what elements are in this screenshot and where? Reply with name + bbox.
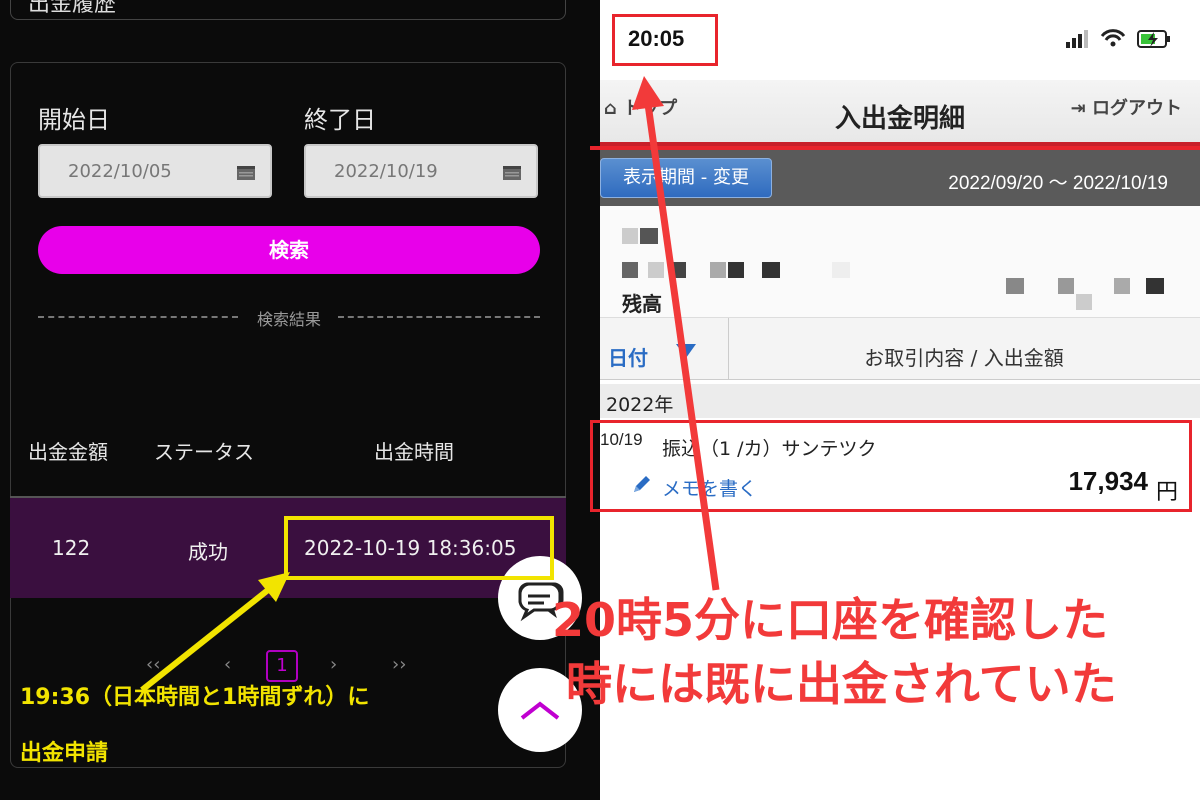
sort-down-icon[interactable]: [676, 344, 696, 358]
logout-link[interactable]: ⇥ ログアウト: [1071, 94, 1182, 120]
row-status: 成功: [188, 540, 228, 564]
search-button[interactable]: 検索: [38, 226, 540, 274]
balance-label: 残高: [622, 292, 662, 316]
calendar-icon: [503, 166, 521, 180]
calendar-icon: [237, 166, 255, 180]
red-annotation-line2: 時には既に出金されていた: [566, 657, 1117, 711]
column-header-time: 出金時間: [374, 440, 454, 464]
logout-icon: ⇥: [1070, 98, 1086, 119]
pagination-first[interactable]: ‹‹: [146, 654, 160, 675]
top-nav: ⌂ トップ 入出金明細 ⇥ ログアウト: [600, 80, 1200, 146]
yellow-annotation-line1: 19:36（日本時間と1時間ずれ）に: [20, 685, 370, 710]
content-amount-header: お取引内容 / 入出金額: [864, 346, 1064, 370]
column-header-status: ステータス: [154, 440, 254, 464]
pagination-last[interactable]: ››: [392, 654, 406, 675]
year-label: 2022年: [606, 394, 674, 416]
end-date-field[interactable]: 2022/10/19: [304, 144, 538, 198]
header-highlight-line: [590, 146, 1200, 150]
start-date-field[interactable]: 2022/10/05: [38, 144, 272, 198]
change-period-button[interactable]: 表示期間 - 変更: [600, 158, 772, 198]
withdrawal-time-highlight-box: [284, 516, 554, 580]
results-divider-label: 検索結果: [256, 310, 321, 329]
pagination-next[interactable]: ›: [330, 654, 337, 675]
column-header-amount: 出金金額: [28, 440, 108, 464]
end-date-value: 2022/10/19: [334, 161, 438, 182]
signal-wifi-battery-icon: [1066, 29, 1170, 48]
period-bar: 表示期間 - 変更 2022/09/20 ～ 2022/10/19: [600, 150, 1200, 206]
results-divider: 検索結果: [38, 306, 540, 329]
transaction-highlight-box: [590, 420, 1192, 512]
time-highlight-box: [612, 14, 718, 66]
year-group-header: 2022年: [600, 384, 1200, 418]
row-amount: 122: [52, 536, 91, 560]
pagination-prev[interactable]: ‹: [224, 654, 231, 675]
yellow-annotation-line2: 出金申請: [20, 741, 109, 766]
logout-label: ログアウト: [1092, 98, 1182, 119]
start-date-label: 開始日: [38, 106, 110, 134]
red-annotation-line1: 20時5分に口座を確認した: [552, 593, 1109, 647]
table-header: 日付 お取引内容 / 入出金額: [600, 318, 1200, 380]
withdrawal-history-label: 出金履歴: [28, 0, 117, 17]
end-date-label: 終了日: [304, 106, 376, 134]
account-info: 残高: [600, 206, 1200, 318]
period-range: 2022/09/20 ～ 2022/10/19: [948, 173, 1168, 194]
start-date-value: 2022/10/05: [68, 161, 172, 182]
date-sort-header[interactable]: 日付: [608, 342, 648, 371]
